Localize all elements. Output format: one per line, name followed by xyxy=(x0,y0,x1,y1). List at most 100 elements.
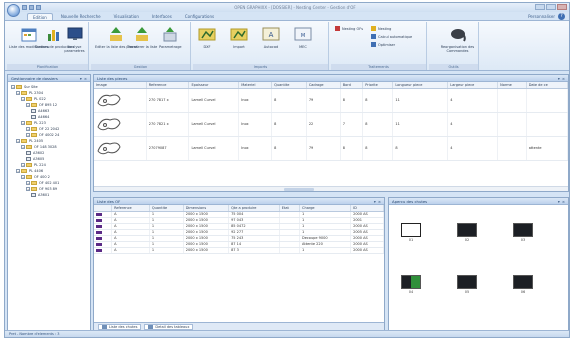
import-button[interactable]: Import xyxy=(229,24,249,49)
window-controls xyxy=(535,4,567,10)
table-cell: 11 xyxy=(392,88,449,113)
table-cell: Lamell Curvel xyxy=(188,136,240,161)
folder-icon xyxy=(21,139,27,143)
ribbon-group-gestion: Editer la liste des pieces Transferer la… xyxy=(91,22,191,70)
tree-node-label: PL 4406 xyxy=(29,169,44,173)
thumbnail-item[interactable]: 04 xyxy=(401,275,421,294)
expand-toggle-icon[interactable]: − xyxy=(16,169,20,173)
tree-node-label: OF 4002 24 xyxy=(39,133,60,137)
parts-panel: Liste des pieces ▾ × Image Reference Epaiss… xyxy=(93,74,569,192)
color-swatch xyxy=(96,218,102,222)
tree-node-label: A3602 xyxy=(33,151,45,155)
mec-icon: M xyxy=(293,24,313,44)
thumbnail-item[interactable]: 01 xyxy=(401,223,421,242)
part-icon xyxy=(26,157,31,161)
thumbnail-item[interactable]: 03 xyxy=(513,223,533,242)
thumbnail-caption: 04 xyxy=(408,290,414,294)
ribbon-tabs: Edition Nouvelle Recherche Visualisation… xyxy=(5,12,569,20)
expand-toggle-icon[interactable]: − xyxy=(16,91,20,95)
panel-title: Liste des OF xyxy=(97,199,121,204)
close-icon[interactable]: × xyxy=(562,199,565,204)
horizontal-scrollbar[interactable] xyxy=(94,186,568,191)
nesting-ofs-button[interactable]: Nesting OFs xyxy=(335,26,363,31)
close-icon[interactable]: × xyxy=(378,199,381,204)
transfer-list-button[interactable]: Transferer la liste xyxy=(127,24,157,49)
app-menu-button[interactable] xyxy=(7,4,20,17)
undo-icon[interactable] xyxy=(29,5,34,10)
pin-icon[interactable]: ▾ xyxy=(558,76,560,81)
thumbnail-item[interactable]: 06 xyxy=(513,275,533,294)
tab-edition[interactable]: Edition xyxy=(27,13,53,20)
maximize-button[interactable] xyxy=(546,4,556,10)
analyse-button[interactable]: Analyse parametres xyxy=(61,24,88,53)
table-row[interactable]: 27079087 Lamell Curvel Inox 8 79 8 8 8 4 attente xyxy=(94,136,568,161)
expand-toggle-icon[interactable]: − xyxy=(21,121,25,125)
close-icon[interactable]: × xyxy=(562,76,565,81)
table-cell: 8 xyxy=(340,88,364,113)
mec-button[interactable]: M MEC xyxy=(293,24,313,49)
tree-node[interactable]: A3601 xyxy=(11,192,87,198)
expand-toggle-icon[interactable]: − xyxy=(16,139,20,143)
thumbnail-item[interactable]: 05 xyxy=(457,275,477,294)
nesting-ofs-icon xyxy=(335,26,340,31)
quick-access-toolbar xyxy=(22,5,41,10)
pin-icon[interactable]: ▾ xyxy=(374,199,376,204)
folder-tree: − Sur Site − PL 2304− PL 022− OF 895 12 A4663 A… xyxy=(8,82,90,200)
expand-toggle-icon[interactable]: − xyxy=(21,163,25,167)
pin-icon[interactable]: ▾ xyxy=(80,76,82,81)
save-icon[interactable] xyxy=(22,5,27,10)
expand-toggle-icon[interactable]: − xyxy=(26,127,30,131)
folder-icon xyxy=(26,163,32,167)
expand-toggle-icon[interactable]: − xyxy=(26,181,30,185)
optimize-button[interactable]: Optimiser xyxy=(371,42,395,47)
tab-visualisation[interactable]: Visualisation xyxy=(109,13,144,20)
expand-toggle-icon[interactable]: − xyxy=(26,133,30,137)
color-swatch xyxy=(96,224,102,228)
close-button[interactable] xyxy=(557,4,567,10)
expand-toggle-icon[interactable]: − xyxy=(26,103,30,107)
thumbnail-caption: 02 xyxy=(464,238,470,242)
part-icon xyxy=(31,115,36,119)
table-cell: 4 xyxy=(447,88,499,113)
expand-toggle-icon[interactable]: − xyxy=(21,97,25,101)
expand-toggle-icon[interactable]: − xyxy=(21,145,25,149)
panel-title: Apercu des chutes xyxy=(392,199,428,204)
table-cell xyxy=(526,112,568,137)
autocad-button[interactable]: A Autocad xyxy=(261,24,281,49)
scroll-thumb[interactable] xyxy=(283,188,314,191)
title-bar: OPEN GRAPHIXX - [DOSSIER] - Nesting Cent… xyxy=(5,3,569,17)
color-swatch xyxy=(96,236,102,240)
table-row[interactable]: 270 7821 x Lamell Curvel Inox 8 22 7 8 11 4 xyxy=(94,112,568,137)
help-icon[interactable]: ? xyxy=(558,13,565,20)
dxf-import-button[interactable]: DXF xyxy=(197,24,217,49)
expand-toggle-icon[interactable]: − xyxy=(26,187,30,191)
table-row[interactable]: 270 7817 x Lamell Curvel Inox 8 79 8 8 11 4 xyxy=(94,88,568,113)
auto-calc-button[interactable]: Calcul automatique xyxy=(371,34,412,39)
tree-node-label: PL 022 xyxy=(34,97,46,101)
table-cell xyxy=(497,88,527,113)
folder-icon xyxy=(16,85,22,89)
tree-node-label: PL 2405 xyxy=(29,139,44,143)
minimize-button[interactable] xyxy=(535,4,545,10)
reorganize-button[interactable]: Reorganisation des Commandes xyxy=(437,24,478,53)
folder-tree-panel: Gestionnaire de dossiers ▾ × − Sur Site − PL… xyxy=(7,74,91,332)
close-icon[interactable]: × xyxy=(84,76,87,81)
folder-icon xyxy=(31,133,37,137)
expand-toggle-icon[interactable]: − xyxy=(11,85,15,89)
color-swatch xyxy=(96,242,102,246)
tab-nouvelle-recherche[interactable]: Nouvelle Recherche xyxy=(56,13,106,20)
tab-configurations[interactable]: Configurations xyxy=(180,13,219,20)
nesting-button[interactable]: Nesting xyxy=(371,26,391,31)
thumbnail-item[interactable]: 02 xyxy=(457,223,477,242)
color-swatch xyxy=(96,248,102,252)
dxf-file-icon xyxy=(197,24,217,44)
list-icon xyxy=(102,325,107,329)
pin-icon[interactable]: ▾ xyxy=(558,199,560,204)
expand-toggle-icon[interactable]: − xyxy=(21,175,25,179)
dropdown-icon[interactable] xyxy=(36,5,41,10)
parametrage-button[interactable]: Parametrage xyxy=(159,24,182,49)
tab-interfaces[interactable]: Interfaces xyxy=(147,13,177,20)
customize-link[interactable]: Personnaliser xyxy=(528,14,555,19)
table-row[interactable]: A 1 2000 x 1500 87 3 1 2000 AS xyxy=(94,247,384,254)
table-cell: 8 xyxy=(362,112,394,137)
